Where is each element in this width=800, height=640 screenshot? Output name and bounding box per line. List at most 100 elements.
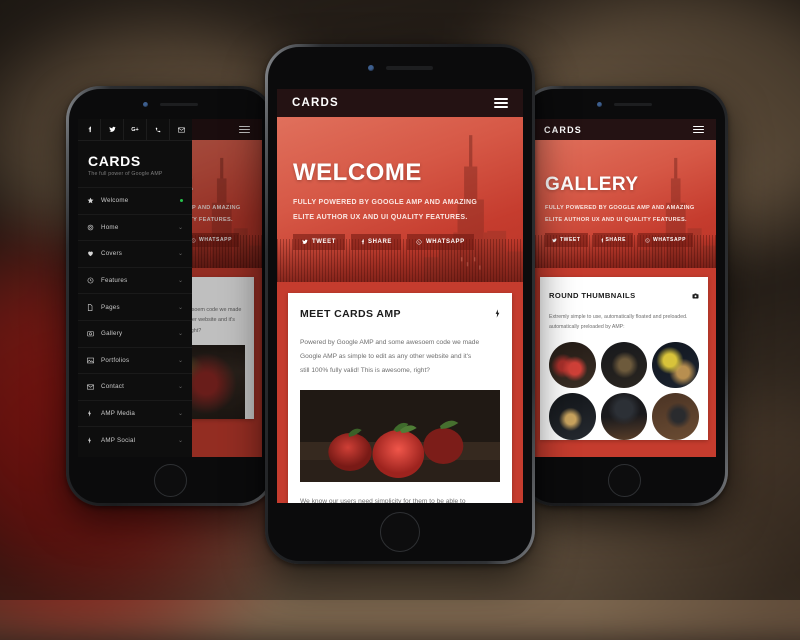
gear-icon <box>87 224 101 231</box>
app-title: CARDS <box>292 97 339 109</box>
gallery-thumbnail[interactable] <box>652 393 700 441</box>
hamburger-icon[interactable] <box>693 125 704 134</box>
chevron-down-icon: ⌄ <box>178 357 184 364</box>
share-button-label: SHARE <box>605 237 627 243</box>
home-button[interactable] <box>153 463 187 497</box>
email-icon <box>177 127 185 132</box>
navigation-drawer: G+ CARDS The full power of Google AMP We… <box>78 119 193 457</box>
drawer-brand-block: CARDS The full power of Google AMP <box>78 141 192 187</box>
sidebar-item-label: Features <box>101 277 128 285</box>
home-button[interactable] <box>380 512 420 552</box>
strawberries-photo <box>300 389 500 482</box>
bolt-icon <box>87 436 101 444</box>
phone-earpiece-area <box>277 47 523 89</box>
image-icon <box>87 357 101 364</box>
front-camera-icon <box>142 101 148 107</box>
sidebar-item-welcome[interactable]: Welcome <box>78 187 193 214</box>
share-button[interactable]: SHARE <box>351 234 402 250</box>
file-icon <box>87 303 101 311</box>
phone-earpiece-area <box>532 89 716 119</box>
whatsapp-button[interactable]: WHATSAPP <box>638 233 694 247</box>
app-right: CARDS GALLERY FULLY POWERED BY GOOGLE AM… <box>532 119 716 457</box>
card-paragraph-line2: automatically preloaded by AMP: <box>549 323 625 330</box>
card-title: ROUND THUMBNAILS <box>549 290 636 300</box>
hero-title-text: WELCOME <box>293 159 422 186</box>
round-thumbnails-card: ROUND THUMBNAILS Extremly simple to use,… <box>540 277 708 441</box>
twitter-icon <box>108 126 116 132</box>
phone-center: CARDS WELCOME FULLY POWERED BY GOOGLE AM… <box>265 44 535 564</box>
gallery-thumbnail[interactable] <box>600 393 648 441</box>
whatsapp-button-label: WHATSAPP <box>426 239 465 245</box>
camera-icon <box>692 286 699 304</box>
earpiece-speaker <box>159 102 198 106</box>
whatsapp-icon <box>416 239 422 245</box>
active-indicator-dot <box>180 199 184 203</box>
sidebar-item-label: Contact <box>101 383 125 391</box>
home-button[interactable] <box>607 463 641 497</box>
gallery-thumbnail[interactable] <box>600 341 648 389</box>
camera-icon <box>87 330 101 337</box>
sidebar-item-label: Welcome <box>101 197 129 205</box>
bolt-icon <box>87 410 101 417</box>
sidebar-item-amp-social[interactable]: AMP Social ⌄ <box>78 426 193 453</box>
thumbnail-grid <box>549 341 700 441</box>
chevron-down-icon: ⌄ <box>178 251 184 258</box>
share-button[interactable]: SHARE <box>592 233 634 247</box>
gallery-thumbnail[interactable] <box>549 341 596 389</box>
sidebar-item-amp-media[interactable]: AMP Media ⌄ <box>78 399 193 427</box>
sidebar-item-label: Pages <box>101 303 120 311</box>
whatsapp-icon <box>645 237 650 243</box>
app-left: CARDS <box>78 119 262 457</box>
sidebar-item-gallery[interactable]: Gallery ⌄ <box>78 319 193 347</box>
app-center-topbar: CARDS <box>277 89 523 117</box>
gallery-thumbnail[interactable] <box>549 393 596 441</box>
tweet-button[interactable]: TWEET <box>545 233 588 247</box>
sidebar-item-home[interactable]: Home ⌄ <box>78 213 193 241</box>
star-icon <box>87 197 101 204</box>
chevron-down-icon: ⌄ <box>178 331 184 338</box>
hero-subtitle-line2: ELITE AUTHOR UX AND UI QUALITY FEATURES. <box>545 217 687 223</box>
phone-center-screen: CARDS WELCOME FULLY POWERED BY GOOGLE AM… <box>277 89 523 503</box>
hero-share-buttons: TWEET SHARE WHATSAPP <box>293 234 523 250</box>
hero-gallery: GALLERY FULLY POWERED BY GOOGLE AMP AND … <box>532 140 716 268</box>
meet-cards-amp-card: MEET CARDS AMP Powered by Google AMP and… <box>288 293 512 503</box>
drawer-tagline: The full power of Google AMP <box>88 171 163 177</box>
card-section-right: ROUND THUMBNAILS Extremly simple to use,… <box>532 268 716 457</box>
sidebar-item-portfolios[interactable]: Portfolios ⌄ <box>78 346 193 374</box>
social-phone-button[interactable] <box>147 119 171 140</box>
card-paragraph-line3: still 100% fully valid! This is awesome,… <box>300 366 430 374</box>
whatsapp-button-label: WHATSAPP <box>653 237 687 243</box>
card-header: ROUND THUMBNAILS <box>549 286 699 304</box>
google-plus-icon: G+ <box>131 126 139 133</box>
social-icon-bar: G+ <box>78 119 193 141</box>
card-paragraph-line1: Extremly simple to use, automatically fl… <box>549 314 688 320</box>
card-title: MEET CARDS AMP <box>300 308 401 320</box>
phone-icon <box>155 127 161 132</box>
social-email-button[interactable] <box>170 119 192 140</box>
facebook-icon <box>600 237 603 242</box>
tweet-button[interactable]: TWEET <box>293 234 345 250</box>
heart-icon <box>87 250 101 257</box>
hamburger-icon[interactable] <box>494 98 508 108</box>
social-twitter-button[interactable] <box>101 119 125 140</box>
social-google-plus-button[interactable]: G+ <box>124 119 148 140</box>
sidebar-item-contact[interactable]: Contact ⌄ <box>78 373 193 400</box>
social-facebook-button[interactable] <box>78 119 102 140</box>
app-center: CARDS WELCOME FULLY POWERED BY GOOGLE AM… <box>277 89 523 503</box>
gallery-thumbnail[interactable] <box>652 341 700 389</box>
card-image <box>300 389 500 482</box>
phone-earpiece-area <box>78 89 262 119</box>
sidebar-item-covers[interactable]: Covers ⌄ <box>78 240 193 267</box>
app-right-topbar: CARDS <box>532 119 716 140</box>
phone-bottom-bezel <box>532 457 716 503</box>
card-paragraph-line1: Powered by Google AMP and some awesoem c… <box>300 339 480 346</box>
hero-subtitle-line2: ELITE AUTHOR UX AND UI QUALITY FEATURES. <box>293 214 468 221</box>
twitter-icon <box>552 238 557 242</box>
whatsapp-button[interactable]: WHATSAPP <box>407 234 474 250</box>
phone-bottom-bezel <box>78 457 262 503</box>
share-button-label: SHARE <box>368 239 393 245</box>
sidebar-item-features[interactable]: Features ⌄ <box>78 266 193 294</box>
sidebar-item-pages[interactable]: Pages ⌄ <box>78 293 193 320</box>
chevron-down-icon: ⌄ <box>178 384 184 391</box>
app-title: CARDS <box>544 124 583 135</box>
